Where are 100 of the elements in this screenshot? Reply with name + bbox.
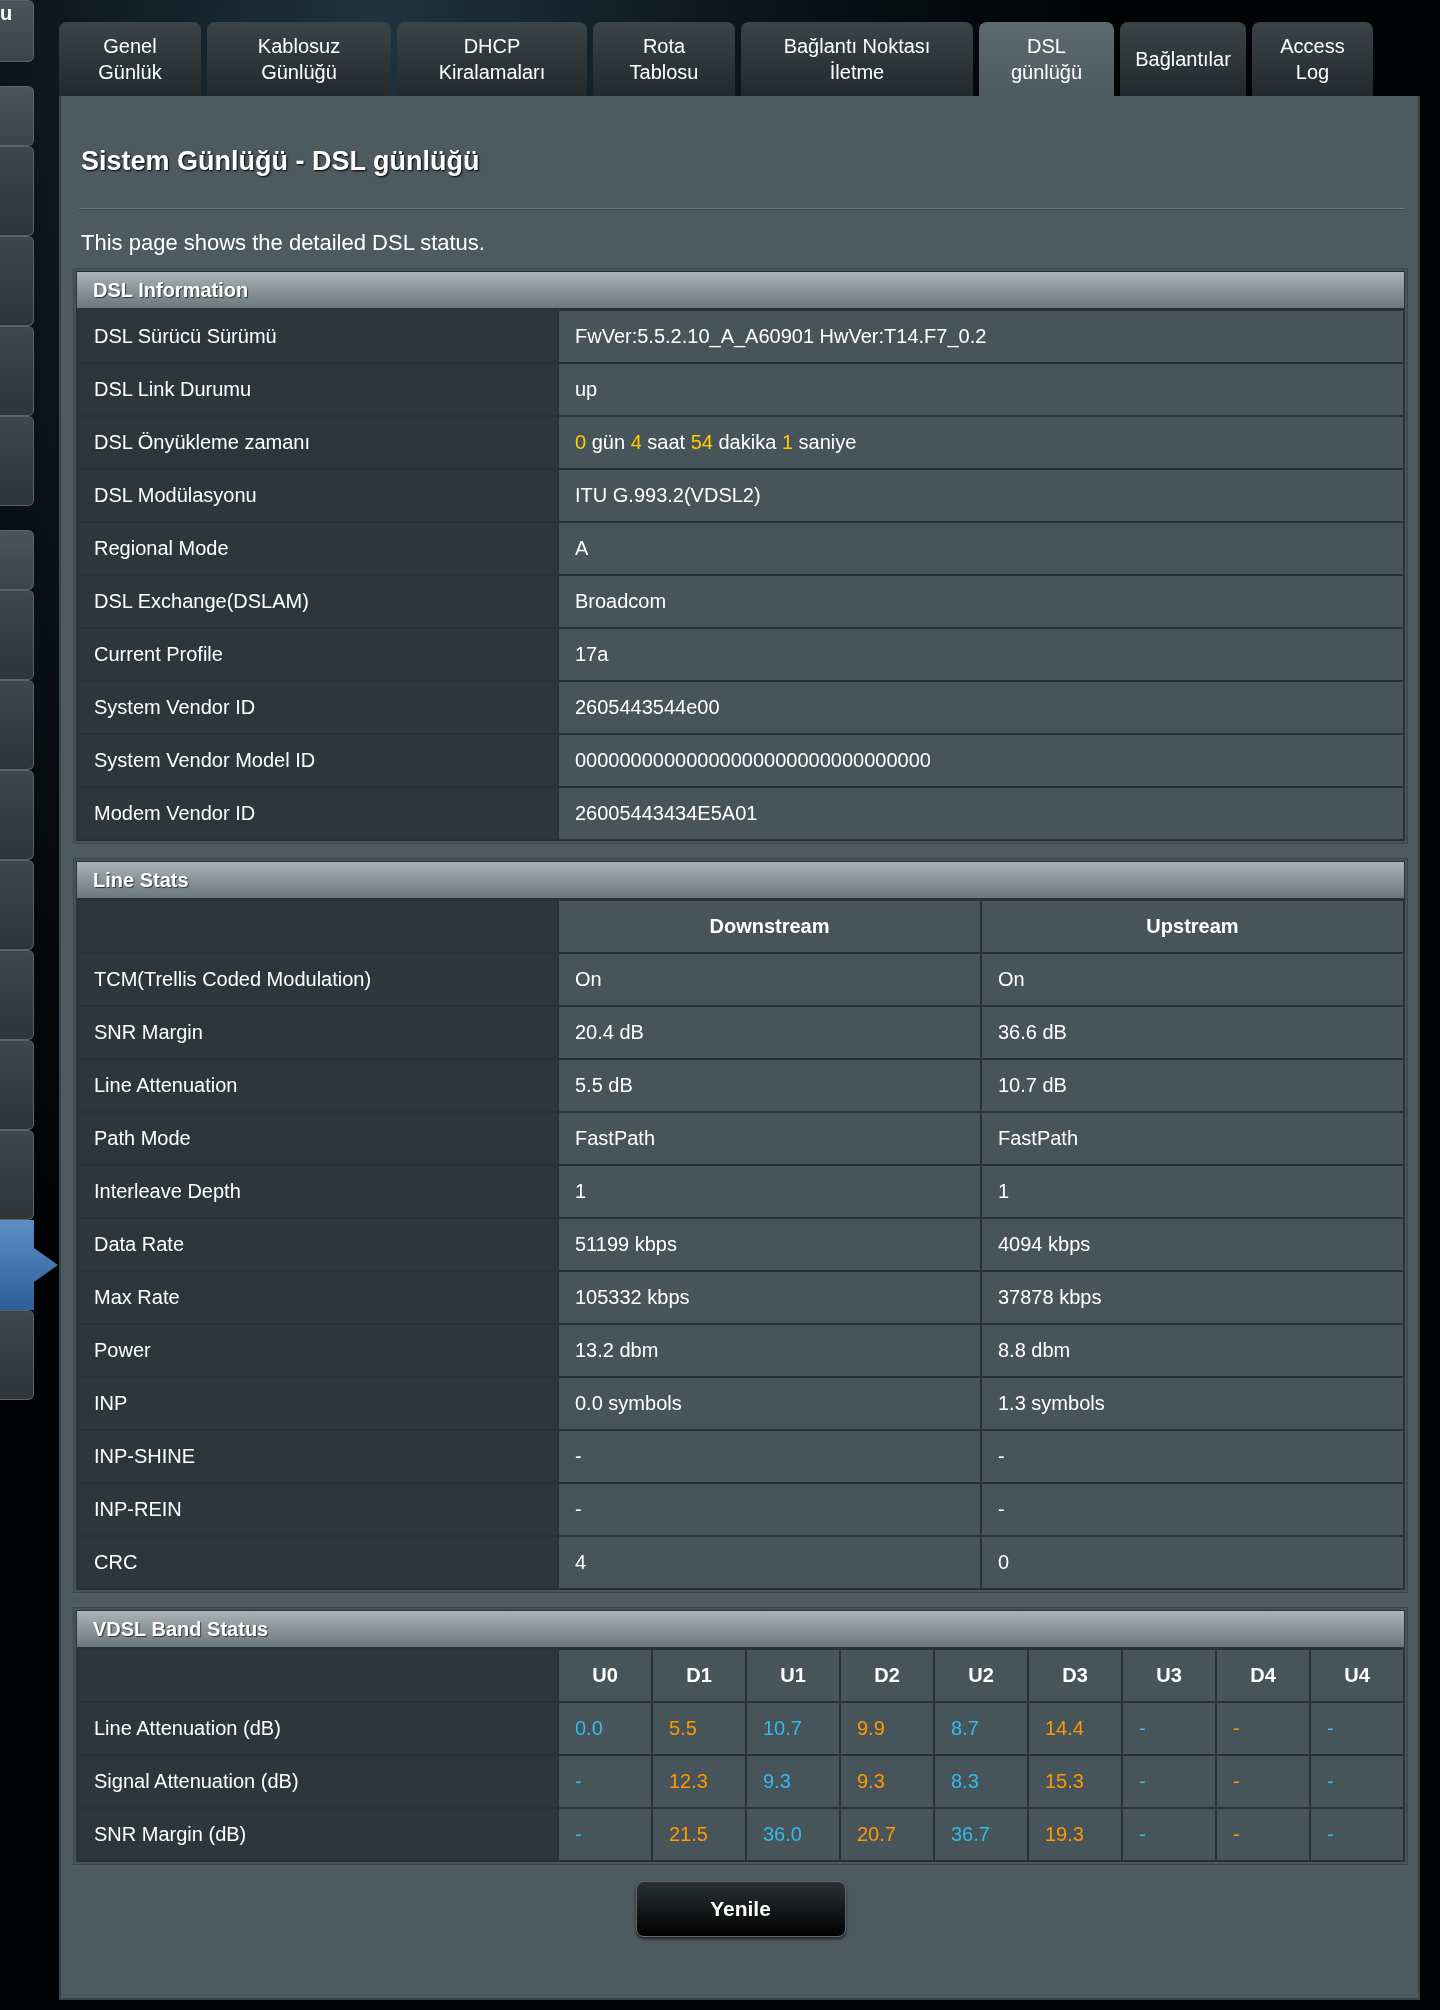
- table-cell: 0.0 symbols: [558, 1377, 981, 1430]
- row-label: SNR Margin: [77, 1006, 558, 1059]
- table-cell: -: [1122, 1808, 1216, 1861]
- table-cell: -: [981, 1430, 1404, 1483]
- row-label: Path Mode: [77, 1112, 558, 1165]
- column-header: U3: [1122, 1649, 1216, 1702]
- table-cell: -: [1310, 1755, 1404, 1808]
- table-cell: 0: [981, 1536, 1404, 1589]
- table-cell: -: [1122, 1702, 1216, 1755]
- row-label: Line Attenuation (dB): [77, 1702, 558, 1755]
- table-cell: 00000000000000000000000000000000: [558, 734, 1404, 787]
- row-label: DSL Exchange(DSLAM): [77, 575, 558, 628]
- section-header: VDSL Band Status: [76, 1610, 1405, 1648]
- tab[interactable]: Bağlantı Noktası İletme: [741, 22, 973, 96]
- row-label: Power: [77, 1324, 558, 1377]
- menu-item[interactable]: u: [0, 0, 34, 62]
- table-cell: 13.2 dbm: [558, 1324, 981, 1377]
- table-cell: -: [1310, 1808, 1404, 1861]
- table-cell: FastPath: [558, 1112, 981, 1165]
- tab[interactable]: Access Log: [1252, 22, 1373, 96]
- column-header: D4: [1216, 1649, 1310, 1702]
- menu-item[interactable]: [0, 590, 34, 680]
- section-header: DSL Information: [76, 271, 1405, 309]
- table-cell: 8.7: [934, 1702, 1028, 1755]
- table-cell: FwVer:5.5.2.10_A_A60901 HwVer:T14.F7_0.2: [558, 310, 1404, 363]
- table-cell: 51199 kbps: [558, 1218, 981, 1271]
- table-cell: 105332 kbps: [558, 1271, 981, 1324]
- row-label: System Vendor ID: [77, 681, 558, 734]
- table-cell: On: [981, 953, 1404, 1006]
- table-cell: -: [1122, 1755, 1216, 1808]
- table-cell: 12.3: [652, 1755, 746, 1808]
- table-cell: -: [1216, 1755, 1310, 1808]
- row-label: Regional Mode: [77, 522, 558, 575]
- table-cell: 9.3: [746, 1755, 840, 1808]
- column-header: U0: [558, 1649, 652, 1702]
- table-cell: 0.0: [558, 1702, 652, 1755]
- row-label: Interleave Depth: [77, 1165, 558, 1218]
- table-cell: -: [981, 1483, 1404, 1536]
- table-cell: 4: [558, 1536, 981, 1589]
- table-cell: 4094 kbps: [981, 1218, 1404, 1271]
- tab[interactable]: Genel Günlük: [59, 22, 201, 96]
- tab[interactable]: DHCP Kiralamaları: [397, 22, 587, 96]
- column-header: Upstream: [981, 900, 1404, 953]
- table-cell: 8.3: [934, 1755, 1028, 1808]
- tab[interactable]: Rota Tablosu: [593, 22, 735, 96]
- menu-item[interactable]: [0, 146, 34, 236]
- menu-item[interactable]: [0, 416, 34, 506]
- menu-item[interactable]: [0, 770, 34, 860]
- row-label: Max Rate: [77, 1271, 558, 1324]
- table-cell: 36.7: [934, 1808, 1028, 1861]
- table-cell: -: [1216, 1808, 1310, 1861]
- refresh-button[interactable]: Yenile: [635, 1881, 846, 1937]
- menu-item[interactable]: [0, 530, 34, 590]
- table-cell: 10.7: [746, 1702, 840, 1755]
- table-cell: 36.6 dB: [981, 1006, 1404, 1059]
- menu-item[interactable]: [0, 86, 34, 146]
- page-title: Sistem Günlüğü - DSL günlüğü: [80, 145, 481, 178]
- table-cell: FastPath: [981, 1112, 1404, 1165]
- column-header: U4: [1310, 1649, 1404, 1702]
- row-label: INP: [77, 1377, 558, 1430]
- column-header: Downstream: [558, 900, 981, 953]
- table-cell: up: [558, 363, 1404, 416]
- table-cell: 0 gün 4 saat 54 dakika 1 saniye: [558, 416, 1404, 469]
- menu-item[interactable]: [0, 326, 34, 416]
- table-cell: 10.7 dB: [981, 1059, 1404, 1112]
- row-label: INP-SHINE: [77, 1430, 558, 1483]
- menu-item[interactable]: [0, 860, 34, 950]
- table-cell: 1: [558, 1165, 981, 1218]
- tab[interactable]: Kablosuz Günlüğü: [207, 22, 391, 96]
- table-cell: 15.3: [1028, 1755, 1122, 1808]
- table-cell: 8.8 dbm: [981, 1324, 1404, 1377]
- row-label: DSL Modülasyonu: [77, 469, 558, 522]
- column-header: U2: [934, 1649, 1028, 1702]
- menu-item[interactable]: [0, 950, 34, 1040]
- table-cell: 19.3: [1028, 1808, 1122, 1861]
- tab[interactable]: Bağlantılar: [1120, 22, 1246, 96]
- row-label: System Vendor Model ID: [77, 734, 558, 787]
- menu-item[interactable]: [0, 1040, 34, 1130]
- tab[interactable]: DSL günlüğü: [979, 22, 1114, 96]
- row-label: Current Profile: [77, 628, 558, 681]
- section-header: Line Stats: [76, 861, 1405, 899]
- menu-item[interactable]: [0, 680, 34, 770]
- table-cell: -: [558, 1430, 981, 1483]
- table-cell: 1: [981, 1165, 1404, 1218]
- selected-menu-item[interactable]: [0, 1220, 58, 1310]
- row-label: Line Attenuation: [77, 1059, 558, 1112]
- table-cell: 2605443544e00: [558, 681, 1404, 734]
- table-cell: 37878 kbps: [981, 1271, 1404, 1324]
- column-header: D2: [840, 1649, 934, 1702]
- row-label: DSL Sürücü Sürümü: [77, 310, 558, 363]
- table-cell: 17a: [558, 628, 1404, 681]
- column-header: U1: [746, 1649, 840, 1702]
- table-cell: 36.0: [746, 1808, 840, 1861]
- table-cell: 5.5: [652, 1702, 746, 1755]
- table-cell: 9.3: [840, 1755, 934, 1808]
- table-cell: -: [1216, 1702, 1310, 1755]
- menu-item[interactable]: [0, 236, 34, 326]
- table-cell: ITU G.993.2(VDSL2): [558, 469, 1404, 522]
- row-label: TCM(Trellis Coded Modulation): [77, 953, 558, 1006]
- table-cell: 26005443434E5A01: [558, 787, 1404, 840]
